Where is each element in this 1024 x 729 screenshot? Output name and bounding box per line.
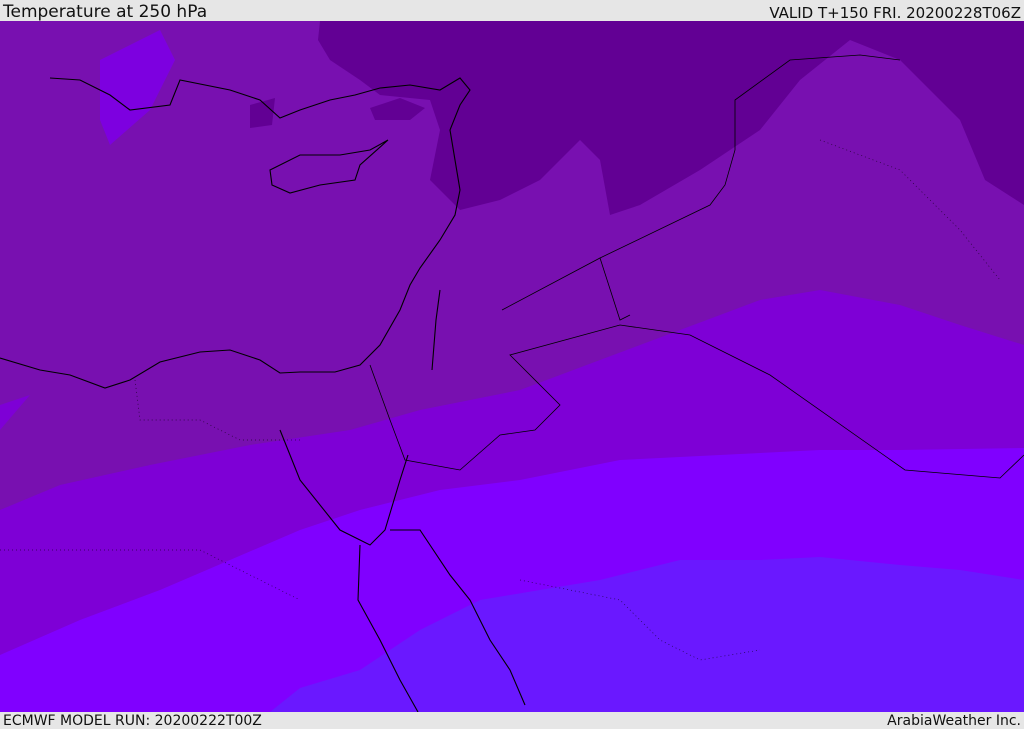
model-run: ECMWF MODEL RUN: 20200222T00Z xyxy=(3,713,262,729)
header-bar: Temperature at 250 hPa VALID T+150 FRI. … xyxy=(0,0,1024,21)
map-title: Temperature at 250 hPa xyxy=(3,2,208,22)
temperature-map xyxy=(0,21,1024,712)
credit: ArabiaWeather Inc. xyxy=(887,713,1021,729)
valid-time: VALID T+150 FRI. 20200228T06Z xyxy=(769,4,1021,22)
footer-bar: ECMWF MODEL RUN: 20200222T00Z ArabiaWeat… xyxy=(0,712,1024,729)
